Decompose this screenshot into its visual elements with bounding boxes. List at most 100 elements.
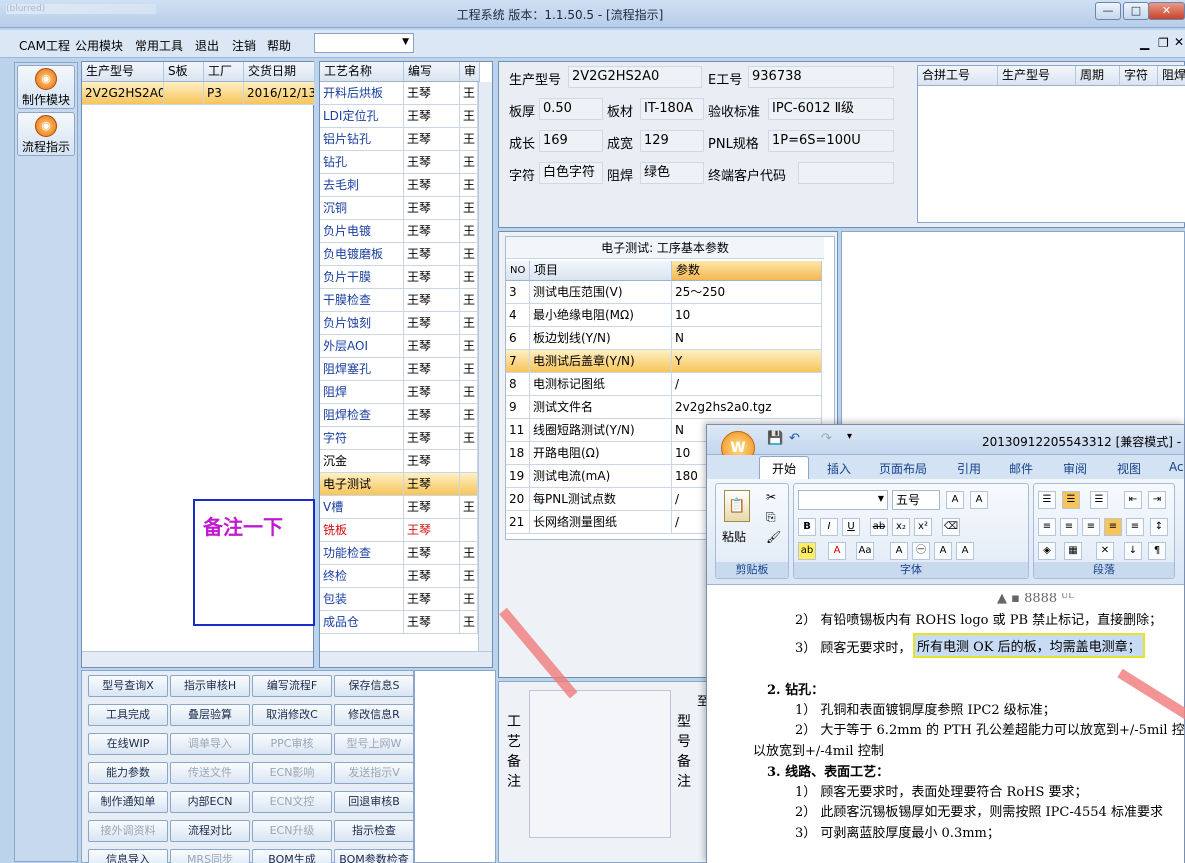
process-hscroll[interactable]	[320, 651, 492, 667]
qat-dropdown-icon[interactable]: ▾	[847, 431, 852, 442]
action-button[interactable]: 制作通知单	[88, 791, 168, 813]
table-row[interactable]: 3 测试电压范围(V) 25～250	[506, 281, 824, 304]
action-button[interactable]: ECN文控	[252, 791, 332, 813]
grow-font-icon[interactable]: A	[946, 491, 964, 509]
undo-icon[interactable]: ↶	[789, 431, 800, 446]
superscript-icon[interactable]: x²	[914, 518, 932, 536]
action-button[interactable]: 型号上网W	[334, 733, 414, 755]
action-button[interactable]: 回退审核B	[334, 791, 414, 813]
table-row[interactable]: 8 电测标记图纸 /	[506, 373, 824, 396]
action-button[interactable]: 指示检查	[334, 820, 414, 842]
table-row[interactable]: 负片干膜 王琴王	[320, 266, 492, 289]
sort-icon[interactable]: ↓	[1124, 542, 1142, 560]
table-row[interactable]: 2V2G2HS2A0 P3 2016/12/13	[82, 82, 315, 105]
process-remark-input[interactable]	[529, 690, 671, 838]
tab-acrobat[interactable]: Ac	[1169, 460, 1184, 474]
multilevel-icon[interactable]: ☰	[1090, 491, 1108, 509]
italic-icon[interactable]: I	[820, 518, 838, 536]
action-button[interactable]: 保存信息S	[334, 675, 414, 697]
action-button[interactable]: BOM参数检查	[334, 849, 414, 863]
action-button[interactable]: BOM生成	[252, 849, 332, 863]
line-spacing-icon[interactable]: ↕	[1150, 518, 1168, 536]
tab-view[interactable]: 视图	[1117, 460, 1141, 477]
shrink-font-icon[interactable]: A	[970, 491, 988, 509]
underline-icon[interactable]: U	[842, 518, 860, 536]
menu-cam[interactable]: CAM工程	[19, 37, 70, 54]
mask-field[interactable]: 绿色	[640, 162, 704, 184]
table-row[interactable]: 外层AOI 王琴王	[320, 335, 492, 358]
table-row[interactable]: 电子测试 王琴	[320, 473, 492, 496]
action-button[interactable]: 能力参数	[88, 762, 168, 784]
action-button[interactable]: 传送文件	[170, 762, 250, 784]
table-row[interactable]: 沉铜 王琴王	[320, 197, 492, 220]
numbering-icon[interactable]: ☰	[1062, 491, 1080, 509]
mdi-restore-icon[interactable]: ❐	[1158, 36, 1169, 50]
tab-mailings[interactable]: 邮件	[1009, 460, 1033, 477]
action-button[interactable]: 调单导入	[170, 733, 250, 755]
mdi-minimize-icon[interactable]: ▁	[1140, 36, 1149, 50]
col-param[interactable]: 参数	[672, 261, 822, 281]
length-field[interactable]: 169	[539, 130, 603, 152]
font-family-select[interactable]: ▼	[798, 490, 888, 510]
shrink-font-2-icon[interactable]: A	[956, 542, 974, 560]
action-button[interactable]: 编写流程F	[252, 675, 332, 697]
borders-icon[interactable]: ▦	[1064, 542, 1082, 560]
action-button[interactable]: PPC审核	[252, 733, 332, 755]
grow-font-2-icon[interactable]: A	[934, 542, 952, 560]
table-row[interactable]: LDI定位孔 王琴王	[320, 105, 492, 128]
highlight-icon[interactable]: ab	[798, 542, 816, 560]
pnl-field[interactable]: 1P=6S=100U	[768, 130, 894, 152]
table-row[interactable]: 干膜检查 王琴王	[320, 289, 492, 312]
cut-icon[interactable]: ✂	[766, 490, 776, 504]
order-hscroll[interactable]	[82, 651, 313, 667]
word-document[interactable]: ▲ ▪ 8888 ᵁᴸ 2） 有铅喷锡板内有 ROHS logo 或 PB 禁止…	[707, 593, 1184, 863]
font-size-select[interactable]: 五号	[892, 490, 940, 510]
shading-icon[interactable]: ◈	[1038, 542, 1056, 560]
tab-home[interactable]: 开始	[759, 456, 810, 479]
eno-field[interactable]: 936738	[748, 66, 894, 88]
table-row[interactable]: 4 最小绝缘电阻(MΩ) 10	[506, 304, 824, 327]
menu-tools[interactable]: 常用工具	[135, 37, 183, 54]
table-row[interactable]: 9 测试文件名 2v2g2hs2a0.tgz	[506, 396, 824, 419]
col-merge-period[interactable]: 周期	[1076, 66, 1120, 86]
table-row[interactable]: 包装 王琴王	[320, 588, 492, 611]
table-row[interactable]: 7 电测试后盖章(Y/N) Y	[506, 350, 824, 373]
menu-help[interactable]: 帮助	[267, 37, 291, 54]
action-button[interactable]: 在线WIP	[88, 733, 168, 755]
align-left-icon[interactable]: ≡	[1038, 518, 1056, 536]
table-row[interactable]: 6 板边划线(Y/N) N	[506, 327, 824, 350]
save-icon[interactable]: 💾	[767, 431, 783, 446]
table-row[interactable]: 功能检查 王琴王	[320, 542, 492, 565]
col-merge-no[interactable]: 合拼工号	[918, 66, 998, 86]
bold-icon[interactable]: B	[798, 518, 816, 536]
distribute-icon[interactable]: ≡	[1126, 518, 1144, 536]
col-s-board[interactable]: S板	[164, 62, 204, 82]
action-button[interactable]: ECN影响	[252, 762, 332, 784]
col-factory[interactable]: 工厂	[204, 62, 244, 82]
increase-indent-icon[interactable]: ⇥	[1148, 491, 1166, 509]
col-due-date[interactable]: 交货日期	[244, 62, 315, 82]
width-field[interactable]: 129	[640, 130, 704, 152]
bullets-icon[interactable]: ☰	[1038, 491, 1056, 509]
tab-insert[interactable]: 插入	[827, 460, 851, 477]
table-row[interactable]: 钻孔 王琴王	[320, 151, 492, 174]
action-button[interactable]: 型号查询X	[88, 675, 168, 697]
font-color-icon[interactable]: A	[828, 542, 846, 560]
redo-icon[interactable]: ↷	[821, 431, 832, 446]
col-writer[interactable]: 编写	[404, 62, 460, 82]
col-process-name[interactable]: 工艺名称	[320, 62, 404, 82]
table-row[interactable]: 阻焊 王琴王	[320, 381, 492, 404]
align-right-icon[interactable]: ≡	[1082, 518, 1100, 536]
col-item[interactable]: 项目	[530, 261, 672, 281]
col-merge-mask[interactable]: 阻焊	[1158, 66, 1185, 86]
enclose-char-icon[interactable]: ㊀	[912, 542, 930, 560]
table-row[interactable]: 铣板 王琴	[320, 519, 492, 542]
format-painter-icon[interactable]: 🖌	[766, 530, 781, 544]
table-row[interactable]: 开料后烘板 王琴王	[320, 82, 492, 105]
table-row[interactable]: 字符 王琴王	[320, 427, 492, 450]
thick-field[interactable]: 0.50	[539, 98, 603, 120]
action-button[interactable]: 信息导入	[88, 849, 168, 863]
close-icon[interactable]: ✕	[1148, 2, 1185, 20]
action-button[interactable]: 指示审核H	[170, 675, 250, 697]
menu-exit[interactable]: 退出	[195, 37, 219, 54]
